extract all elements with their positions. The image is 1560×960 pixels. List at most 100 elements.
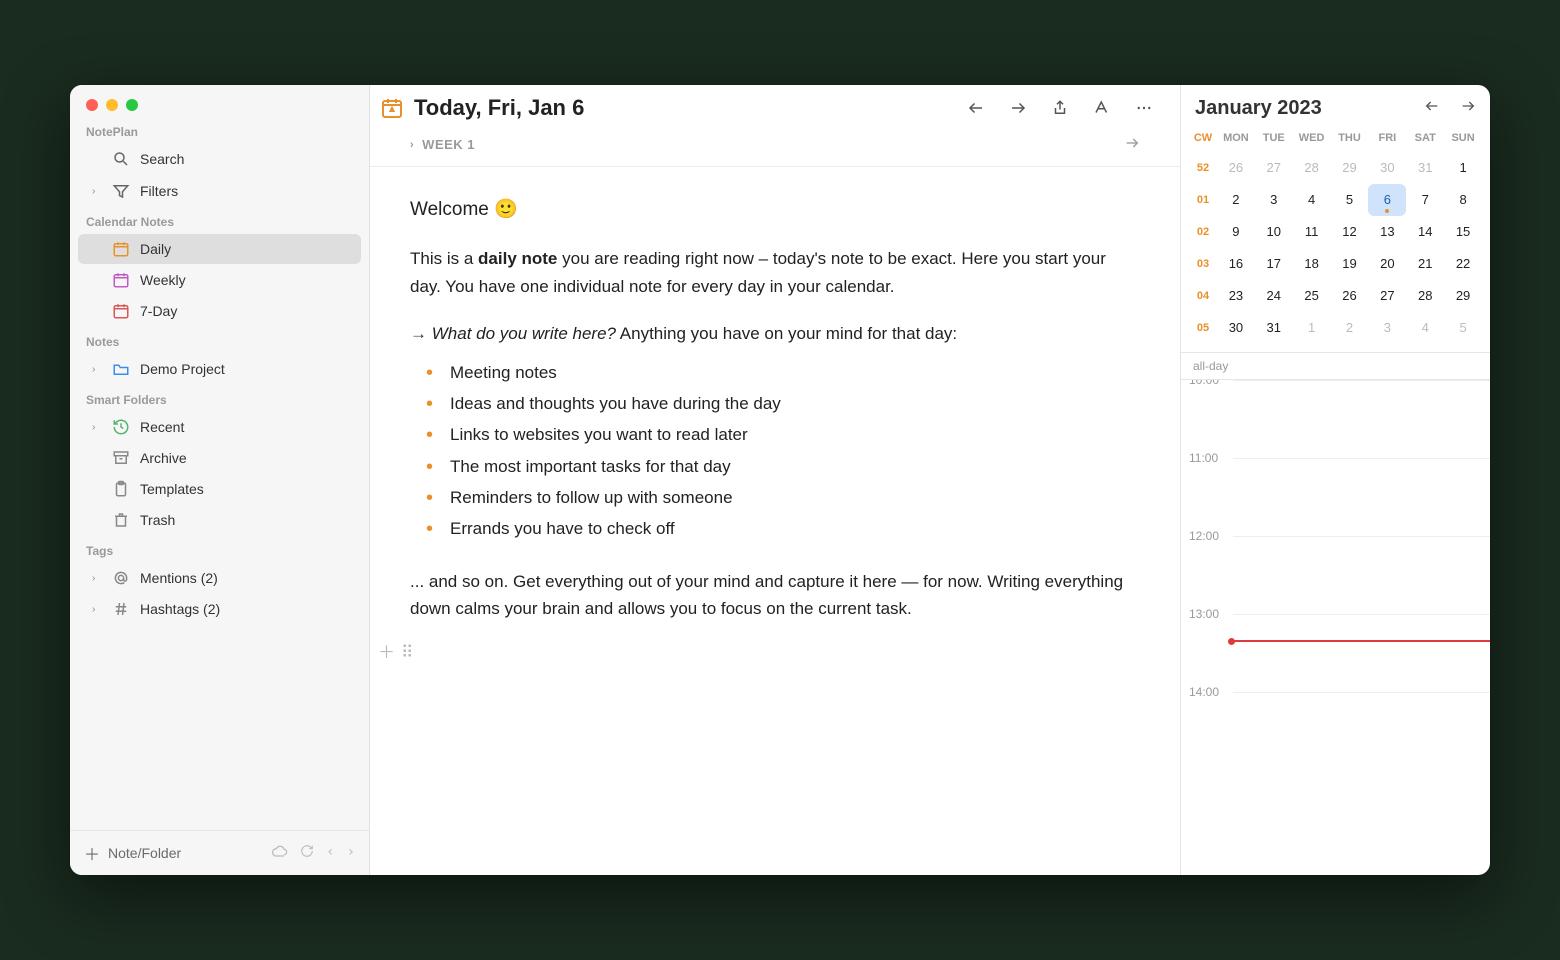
calendar-grid: CWMONTUEWEDTHUFRISATSUN52262728293031101…: [1181, 126, 1490, 352]
window-controls: [70, 85, 369, 117]
calendar-day[interactable]: 22: [1444, 248, 1482, 280]
calendar-day[interactable]: 18: [1293, 248, 1331, 280]
all-day-row[interactable]: all-day: [1181, 352, 1490, 380]
calendar-day[interactable]: 17: [1255, 248, 1293, 280]
calendar-next-button[interactable]: [1460, 98, 1476, 119]
sidebar-item-daily[interactable]: ›Daily: [78, 234, 361, 264]
minimize-window-button[interactable]: [106, 99, 118, 111]
calendar-today-icon: [380, 96, 404, 120]
filters-item[interactable]: › Filters: [78, 176, 361, 206]
calendar-day[interactable]: 31: [1255, 312, 1293, 344]
calendar-day[interactable]: 21: [1406, 248, 1444, 280]
calendar-day[interactable]: 4: [1406, 312, 1444, 344]
time-row[interactable]: 13:00: [1233, 614, 1490, 692]
timeline[interactable]: 10:0011:0012:0013:0014:00: [1181, 380, 1490, 875]
search-item[interactable]: › Search: [78, 144, 361, 174]
calendar-day[interactable]: 3: [1255, 184, 1293, 216]
calendar-day-icon: [112, 240, 130, 258]
week-bar[interactable]: › WEEK 1: [370, 129, 1180, 167]
more-button[interactable]: [1128, 96, 1160, 120]
calendar-day[interactable]: 2: [1331, 312, 1369, 344]
time-label: 10:00: [1189, 380, 1219, 387]
calendar-day[interactable]: 19: [1331, 248, 1369, 280]
sync-icon[interactable]: [300, 844, 314, 863]
sidebar-item-templates[interactable]: ›Templates: [78, 474, 361, 504]
time-row[interactable]: 10:00: [1233, 380, 1490, 458]
cw-label[interactable]: 52: [1189, 152, 1217, 184]
note-content[interactable]: Welcome 🙂 This is a daily note you are r…: [370, 167, 1180, 662]
calendar-day[interactable]: 23: [1217, 280, 1255, 312]
calendar-day[interactable]: 29: [1331, 152, 1369, 184]
calendar-day[interactable]: 8: [1444, 184, 1482, 216]
goto-week-button[interactable]: [1124, 135, 1140, 154]
cloud-icon[interactable]: [272, 844, 288, 863]
sidebar-item-trash[interactable]: ›Trash: [78, 505, 361, 535]
calendar-title[interactable]: January 2023: [1195, 97, 1322, 120]
calendar-day[interactable]: 27: [1368, 280, 1406, 312]
calendar-day[interactable]: 27: [1255, 152, 1293, 184]
time-row[interactable]: 12:00: [1233, 536, 1490, 614]
time-row[interactable]: 14:00: [1233, 692, 1490, 770]
nav-back-icon[interactable]: ‹: [326, 844, 334, 863]
calendar-day[interactable]: 13: [1368, 216, 1406, 248]
maximize-window-button[interactable]: [126, 99, 138, 111]
calendar-day[interactable]: 6: [1368, 184, 1406, 216]
search-label: Search: [140, 151, 184, 167]
chevron-right-icon: ›: [92, 422, 102, 433]
calendar-day[interactable]: 10: [1255, 216, 1293, 248]
calendar-day[interactable]: 2: [1217, 184, 1255, 216]
new-note-folder-label[interactable]: Note/Folder: [108, 845, 181, 861]
sidebar-item-recent[interactable]: ›Recent: [78, 412, 361, 442]
prompt-line: What do you write here? Anything you hav…: [410, 320, 1140, 347]
format-button[interactable]: [1086, 96, 1118, 120]
sidebar-item-label: Mentions (2): [140, 570, 218, 586]
calendar-day[interactable]: 26: [1217, 152, 1255, 184]
cw-label[interactable]: 02: [1189, 216, 1217, 248]
calendar-day[interactable]: 14: [1406, 216, 1444, 248]
sidebar-item-mentions-2-[interactable]: ›Mentions (2): [78, 563, 361, 593]
add-line-icon[interactable]: ＋: [378, 639, 395, 662]
calendar-prev-button[interactable]: [1424, 98, 1440, 119]
calendar-day[interactable]: 29: [1444, 280, 1482, 312]
add-icon[interactable]: ＋: [84, 841, 100, 865]
calendar-day[interactable]: 4: [1293, 184, 1331, 216]
calendar-day[interactable]: 12: [1331, 216, 1369, 248]
close-window-button[interactable]: [86, 99, 98, 111]
sidebar-item-7-day[interactable]: ›7-Day: [78, 296, 361, 326]
calendar-day[interactable]: 5: [1444, 312, 1482, 344]
calendar-day[interactable]: 25: [1293, 280, 1331, 312]
calendar-day[interactable]: 28: [1406, 280, 1444, 312]
calendar-day[interactable]: 26: [1331, 280, 1369, 312]
calendar-day[interactable]: 1: [1293, 312, 1331, 344]
calendar-day[interactable]: 11: [1293, 216, 1331, 248]
calendar-day[interactable]: 7: [1406, 184, 1444, 216]
sidebar-item-demo-project[interactable]: ›Demo Project: [78, 354, 361, 384]
calendar-day[interactable]: 1: [1444, 152, 1482, 184]
cw-label[interactable]: 05: [1189, 312, 1217, 344]
calendar-day[interactable]: 3: [1368, 312, 1406, 344]
calendar-day[interactable]: 28: [1293, 152, 1331, 184]
calendar-day[interactable]: 9: [1217, 216, 1255, 248]
time-row[interactable]: 11:00: [1233, 458, 1490, 536]
calendar-day[interactable]: 16: [1217, 248, 1255, 280]
cw-label[interactable]: 04: [1189, 280, 1217, 312]
calendar-day[interactable]: 30: [1368, 152, 1406, 184]
at-icon: [112, 569, 130, 587]
calendar-day[interactable]: 20: [1368, 248, 1406, 280]
calendar-day[interactable]: 30: [1217, 312, 1255, 344]
nav-forward-icon[interactable]: ›: [347, 844, 355, 863]
share-button[interactable]: [1044, 96, 1076, 120]
cw-label[interactable]: 03: [1189, 248, 1217, 280]
calendar-day[interactable]: 24: [1255, 280, 1293, 312]
history-back-button[interactable]: [960, 96, 992, 120]
sidebar-item-weekly[interactable]: ›Weekly: [78, 265, 361, 295]
sidebar-item-archive[interactable]: ›Archive: [78, 443, 361, 473]
cw-label[interactable]: 01: [1189, 184, 1217, 216]
calendar-day[interactable]: 31: [1406, 152, 1444, 184]
calendar-day[interactable]: 15: [1444, 216, 1482, 248]
history-forward-button[interactable]: [1002, 96, 1034, 120]
editor-header: Today, Fri, Jan 6: [370, 85, 1180, 129]
sidebar-item-hashtags-2-[interactable]: ›Hashtags (2): [78, 594, 361, 624]
drag-handle-icon[interactable]: ⠿: [401, 639, 413, 662]
calendar-day[interactable]: 5: [1331, 184, 1369, 216]
